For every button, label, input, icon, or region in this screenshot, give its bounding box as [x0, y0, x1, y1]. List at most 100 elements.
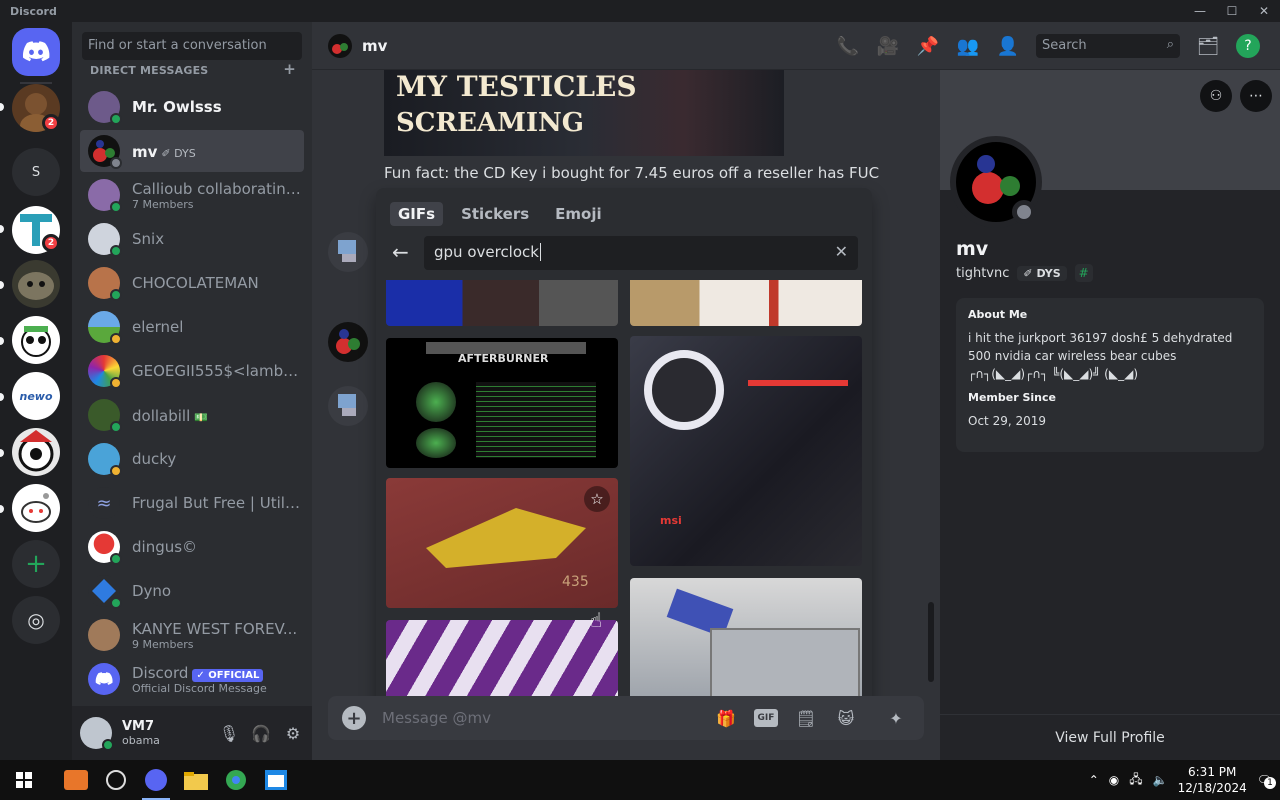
dm-item[interactable]: dingus© [80, 526, 304, 568]
header-search-placeholder: Search [1042, 38, 1087, 53]
app-circle-icon [106, 770, 126, 790]
gif-gauge-left [416, 382, 456, 422]
taskbar-discord[interactable] [136, 760, 176, 800]
gift-icon[interactable]: 🎁 [714, 706, 738, 730]
gif-search-input[interactable]: gpu overclock ✕ [424, 236, 858, 270]
message-avatar[interactable] [328, 386, 368, 426]
taskbar-file-explorer[interactable] [176, 760, 216, 800]
taskbar-app-2[interactable] [96, 760, 136, 800]
gif-result[interactable] [630, 280, 862, 326]
create-dm-icon[interactable]: + [283, 62, 296, 77]
tab-gifs[interactable]: GIFs [390, 202, 444, 226]
dm-item[interactable]: ducky [80, 438, 304, 480]
gif-result[interactable]: 435 ☆ [386, 478, 618, 608]
server-face[interactable] [12, 316, 60, 364]
attach-plus-icon[interactable]: + [342, 706, 366, 730]
dm-item[interactable]: KANYE WEST FOREV... 9 Members [80, 614, 304, 656]
help-icon[interactable]: ? [1236, 34, 1260, 58]
volume-icon[interactable]: 🔈 [1153, 773, 1168, 787]
close-icon[interactable]: ✕ [1248, 0, 1280, 22]
dm-item[interactable]: Dyno [80, 570, 304, 612]
minimize-icon[interactable]: — [1184, 0, 1216, 22]
voice-call-icon[interactable]: 📞 [836, 34, 860, 58]
dm-item[interactable]: Callioub collaborating... 7 Members [80, 174, 304, 216]
server-animal[interactable] [12, 260, 60, 308]
gif-text-435: 435 [562, 574, 589, 590]
sticker-icon[interactable]: 🗒 [794, 706, 818, 730]
unread-pip [0, 225, 4, 233]
view-full-profile-button[interactable]: View Full Profile [940, 714, 1280, 760]
gif-result[interactable]: AFTERBURNER [386, 338, 618, 468]
dm-sub: Official Discord Message [132, 682, 267, 695]
microphone-icon[interactable]: 🎙 [218, 722, 240, 744]
user-profile-icon[interactable]: 👤 [996, 34, 1020, 58]
start-button[interactable] [4, 760, 44, 800]
server-s[interactable]: S [12, 148, 60, 196]
message-composer[interactable]: + Message @mv 🎁 GIF 🗒 😺 ✦ [328, 696, 924, 740]
dm-item[interactable]: Snix [80, 218, 304, 260]
gif-result[interactable]: msi [630, 336, 862, 566]
gif-result[interactable] [386, 620, 618, 708]
dm-search-input[interactable]: Find or start a conversation [82, 32, 302, 60]
profile-about-card: About Me i hit the jurkport 36197 dosh£ … [956, 298, 1264, 452]
user-status-text: obama [122, 734, 160, 747]
header-search-input[interactable]: Search ⌕ [1036, 34, 1180, 58]
gif-result[interactable] [630, 578, 862, 708]
dm-item[interactable]: Discord ✓ OFFICIAL Official Discord Messag… [80, 658, 304, 700]
apps-icon[interactable]: ✦ [884, 706, 908, 730]
tray-chevron-icon[interactable]: ⌃ [1089, 773, 1099, 787]
gif-banner-image[interactable]: MY TESTICLES SCREAMING [384, 70, 784, 156]
emoji-icon[interactable]: 😺 [834, 706, 858, 730]
taskbar-app-1[interactable] [56, 760, 96, 800]
home-button[interactable] [12, 28, 60, 76]
server-newo[interactable]: newo [12, 372, 60, 420]
message-avatar[interactable] [328, 322, 368, 362]
add-friend-icon[interactable]: 👥 [956, 34, 980, 58]
dm-item[interactable]: CHOCOLATEMAN [80, 262, 304, 304]
windows-logo-icon [16, 772, 32, 788]
tab-emoji[interactable]: Emoji [547, 202, 609, 226]
gif-result[interactable] [386, 280, 618, 326]
taskbar-chrome[interactable] [216, 760, 256, 800]
scrollbar-thumb[interactable] [928, 602, 934, 682]
video-call-icon[interactable]: 🎥 [876, 34, 900, 58]
dm-item[interactable]: mv ✐ DYS [80, 130, 304, 172]
add-friend-icon[interactable]: ⚇ [1200, 80, 1232, 112]
gif-button[interactable]: GIF [754, 709, 778, 727]
network-icon[interactable]: 🖧 [1129, 770, 1142, 791]
headphones-icon[interactable]: 🎧 [250, 722, 272, 744]
dm-name: KANYE WEST FOREV... [132, 619, 298, 638]
clear-search-icon[interactable]: ✕ [835, 242, 848, 261]
inbox-icon[interactable]: 🗂 [1196, 34, 1220, 58]
dm-item[interactable]: Mr. Owlsss [80, 86, 304, 128]
notifications-icon[interactable]: 🗨1 [1257, 773, 1276, 789]
message-avatar[interactable] [328, 232, 368, 272]
app-name: Discord [10, 4, 57, 18]
chat-avatar [328, 33, 352, 58]
pin-icon[interactable]: 📌 [916, 34, 940, 58]
maximize-icon[interactable]: ☐ [1216, 0, 1248, 22]
dm-item[interactable]: GEOEGII555$<lambd... [80, 350, 304, 392]
settings-gear-icon[interactable]: ⚙ [282, 722, 304, 744]
dm-name: Discord [132, 664, 189, 682]
chat-area: mv 📞 🎥 📌 👥 👤 Search ⌕ 🗂 ? MY TESTICLES S… [312, 22, 1280, 760]
back-arrow-icon[interactable]: ← [392, 240, 409, 264]
dm-item[interactable]: ≈ Frugal But Free | Utilit... [80, 482, 304, 524]
tab-stickers[interactable]: Stickers [453, 202, 537, 226]
taskbar-app-6[interactable] [256, 760, 296, 800]
chat-scrollbar[interactable] [928, 82, 934, 682]
favorite-star-icon[interactable]: ☆ [584, 486, 610, 512]
dm-item[interactable]: dollabill 💵 [80, 394, 304, 436]
clock[interactable]: 6:31 PM 12/18/2024 [1178, 764, 1247, 796]
about-me-header: About Me [968, 308, 1028, 321]
user-avatar[interactable] [80, 717, 114, 751]
server-santa[interactable] [12, 428, 60, 476]
chat-title: mv [362, 36, 388, 55]
server-reddit[interactable] [12, 484, 60, 532]
tray-record-icon[interactable]: ◉ [1109, 773, 1119, 787]
computer-avatar-icon [338, 394, 356, 416]
explore-button[interactable]: ◎ [12, 596, 60, 644]
add-server-button[interactable]: + [12, 540, 60, 588]
more-options-icon[interactable]: ⋯ [1240, 80, 1272, 112]
dm-item[interactable]: elernel [80, 306, 304, 348]
